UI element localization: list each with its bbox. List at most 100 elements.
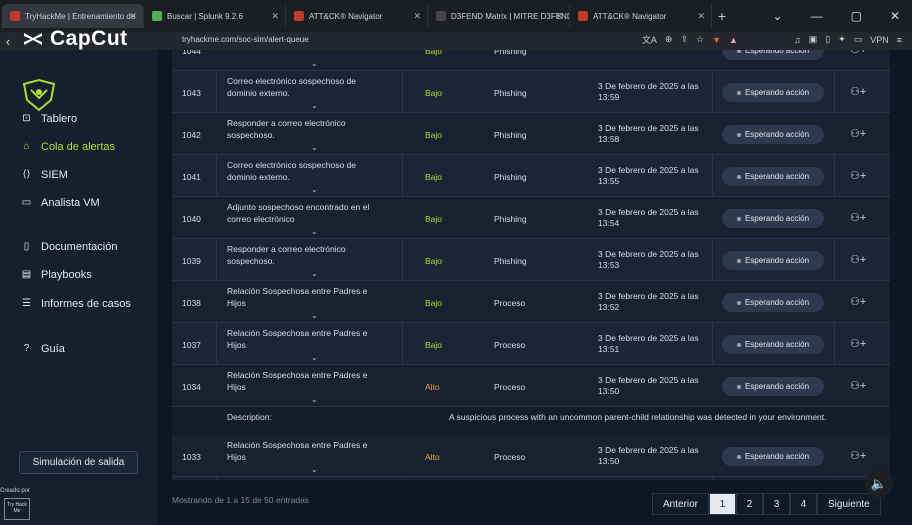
tab-search-icon[interactable]: ⌄ <box>773 9 783 23</box>
pager-page-2[interactable]: 2 <box>736 493 764 515</box>
url-field[interactable]: tryhackme.com/soc-sim/alert-queue <box>182 35 309 44</box>
expand-chevron-icon[interactable]: ⌄ <box>311 227 318 236</box>
browser-tab[interactable]: D3FEND Matrix | MITRE D3FEND™ ✕ <box>428 4 570 28</box>
table-row[interactable]: 1041 Correo electrónico sospechoso de dom… <box>172 155 890 197</box>
sidebar-item-playbooks[interactable]: ▤ Playbooks <box>20 268 92 281</box>
soc-sim-logo-icon <box>22 78 56 112</box>
expand-chevron-icon[interactable]: ⌄ <box>311 395 318 404</box>
status-badge[interactable]: Esperando acción <box>722 209 824 228</box>
back-arrow-icon[interactable]: ‹ <box>0 34 16 49</box>
status-badge[interactable]: Esperando acción <box>722 251 824 270</box>
pager-page-4[interactable]: 4 <box>790 493 818 515</box>
table-row[interactable]: 1044sospechoso.BajoPhishinglas 14:00⌄Esp… <box>172 50 890 71</box>
status-dot-icon <box>736 90 741 95</box>
status-badge[interactable]: Esperando acción <box>722 335 824 354</box>
tab-close-icon[interactable]: ✕ <box>413 11 421 22</box>
tab-close-icon[interactable]: ✕ <box>697 11 705 22</box>
expand-chevron-icon[interactable]: ⌄ <box>311 143 318 152</box>
wallet-icon[interactable]: ▭ <box>854 34 863 45</box>
sidebar-item-label: SIEM <box>41 168 68 181</box>
brave-rewards-icon[interactable]: ▲ <box>729 35 738 45</box>
exit-simulation-button[interactable]: Simulación de salida <box>19 451 138 474</box>
thm-watermark-logo: Try Hack Me <box>4 498 30 520</box>
alert-date: 3 De febrero de 2025 a las 13:50 <box>598 445 699 466</box>
sidebar-item-analista-vm[interactable]: ▭ Analista VM <box>20 196 100 209</box>
status-badge[interactable]: Esperando acción <box>722 50 824 60</box>
expand-chevron-icon[interactable]: ⌄ <box>311 465 318 474</box>
alert-type: Phishing <box>494 172 527 182</box>
minimize-button[interactable]: — <box>811 9 823 23</box>
assign-user-icon[interactable]: ⚇+ <box>850 85 866 98</box>
table-row[interactable]: 1033 Relación Sospechosa entre Padres e H… <box>172 435 890 477</box>
table-row[interactable]: 1039 Responder a correo electrónico sospe… <box>172 239 890 281</box>
assign-user-icon[interactable]: ⚇+ <box>850 449 866 462</box>
sidebar-item-tablero[interactable]: ⊡ Tablero <box>20 112 77 125</box>
status-badge[interactable]: Esperando acción <box>722 167 824 186</box>
assign-user-icon[interactable]: ⚇+ <box>850 253 866 266</box>
pager-page-3[interactable]: 3 <box>763 493 791 515</box>
table-row[interactable]: 1042 Responder a correo electrónico sospe… <box>172 113 890 155</box>
alert-date: 3 De febrero de 2025 a las 13:52 <box>598 291 699 312</box>
sidebar-item-documentaci-n[interactable]: ▯ Documentación <box>20 240 118 253</box>
expand-chevron-icon[interactable]: ⌄ <box>311 101 318 110</box>
table-row[interactable]: 1040 Adjunto sospechoso encontrado en el … <box>172 197 890 239</box>
menu-icon[interactable]: ≡ <box>897 35 902 45</box>
browser-tab[interactable]: ATT&CK® Navigator ✕ <box>286 4 428 28</box>
alert-type: Proceso <box>494 452 526 462</box>
volume-icon[interactable]: 🔈 <box>865 470 893 498</box>
tab-close-icon[interactable]: ✕ <box>129 11 137 22</box>
tab-close-icon[interactable]: ✕ <box>555 11 563 22</box>
browser-tab[interactable]: Buscar | Splunk 9.2.6 ✕ <box>144 4 286 28</box>
assign-user-icon[interactable]: ⚇+ <box>850 337 866 350</box>
share-icon[interactable]: ⇪ <box>680 34 688 45</box>
status-dot-icon <box>736 258 741 263</box>
assign-user-icon[interactable]: ⚇+ <box>850 127 866 140</box>
table-row[interactable]: 1037 Relación Sospechosa entre Padres e H… <box>172 323 890 365</box>
assign-user-icon[interactable]: ⚇+ <box>850 379 866 392</box>
close-window-button[interactable]: ✕ <box>890 9 900 23</box>
browser-tab[interactable]: ATT&CK® Navigator ✕ <box>570 4 712 28</box>
table-row[interactable]: 1034 Relación Sospechosa entre Padres e H… <box>172 365 890 407</box>
music-icon[interactable]: ♫ <box>794 35 801 45</box>
alert-date: 3 De febrero de 2025 a las 13:50 <box>598 375 699 396</box>
browser-tab[interactable]: TryHackMe | Entrenamiento de ✕ <box>2 4 144 28</box>
expand-chevron-icon[interactable]: ⌄ <box>311 59 318 68</box>
reading-icon[interactable]: ▯ <box>825 34 830 45</box>
status-badge[interactable]: Esperando acción <box>722 83 824 102</box>
vpn-badge[interactable]: VPN <box>870 35 889 45</box>
pager-previous-button[interactable]: Anterior <box>652 493 710 515</box>
zoom-icon[interactable]: ⊕ <box>665 34 673 45</box>
pager-page-1[interactable]: 1 <box>709 493 737 515</box>
status-dot-icon <box>736 454 741 459</box>
extensions-icon[interactable]: ✦ <box>838 34 846 45</box>
brave-shield-icon[interactable]: ▼ <box>712 35 721 45</box>
expand-chevron-icon[interactable]: ⌄ <box>311 353 318 362</box>
status-badge[interactable]: Esperando acción <box>722 377 824 396</box>
translate-icon[interactable]: 文A <box>642 33 657 46</box>
status-badge[interactable]: Esperando acción <box>722 293 824 312</box>
sidebar-toggle-icon[interactable]: ▣ <box>809 34 818 45</box>
assign-user-icon[interactable]: ⚇+ <box>850 169 866 182</box>
table-row[interactable]: 1038 Relación Sospechosa entre Padres e H… <box>172 281 890 323</box>
sidebar-item-gu-a[interactable]: ? Guía <box>20 342 65 355</box>
tab-close-icon[interactable]: ✕ <box>271 11 279 22</box>
sidebar-item-informes-de-casos[interactable]: ☰ Informes de casos <box>20 297 131 310</box>
expand-chevron-icon[interactable]: ⌄ <box>311 269 318 278</box>
sidebar-item-label: Informes de casos <box>41 297 131 310</box>
assign-user-icon[interactable]: ⚇+ <box>850 295 866 308</box>
pager-next-button[interactable]: Siguiente <box>817 493 881 515</box>
assign-user-icon[interactable]: ⚇+ <box>850 50 866 56</box>
assign-user-icon[interactable]: ⚇+ <box>850 211 866 224</box>
sidebar-item-siem[interactable]: ⟨⟩ SIEM <box>20 168 68 181</box>
capcut-logo-icon <box>24 33 42 45</box>
status-badge[interactable]: Esperando acción <box>722 447 824 466</box>
maximize-button[interactable]: ▢ <box>851 9 862 23</box>
expand-chevron-icon[interactable]: ⌄ <box>311 185 318 194</box>
sidebar-item-cola-de-alertas[interactable]: ⌂ Cola de alertas <box>20 140 115 153</box>
new-tab-button[interactable]: + <box>712 8 732 24</box>
expand-chevron-icon[interactable]: ⌄ <box>311 311 318 320</box>
table-row[interactable]: 1043 Correo electrónico sospechoso de dom… <box>172 71 890 113</box>
bookmark-icon[interactable]: ☆ <box>696 34 704 45</box>
status-badge[interactable]: Esperando acción <box>722 125 824 144</box>
severity-badge: Bajo <box>425 88 443 98</box>
